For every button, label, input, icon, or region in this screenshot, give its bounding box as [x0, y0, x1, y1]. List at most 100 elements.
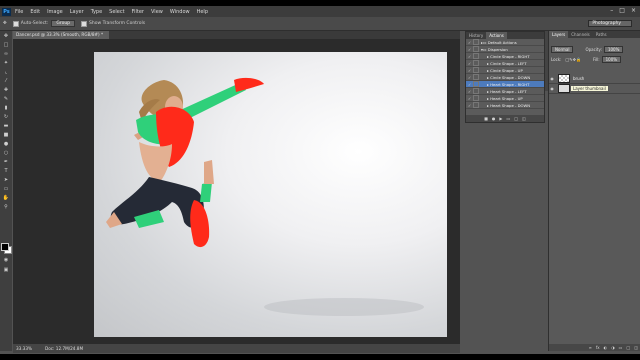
menu-help[interactable]: Help	[197, 9, 208, 15]
tab-channels[interactable]: Channels	[568, 31, 593, 38]
menu-type[interactable]: Type	[91, 9, 102, 15]
new-action-icon[interactable]: □	[514, 116, 518, 121]
new-set-icon[interactable]: ▭	[507, 116, 511, 121]
path-select-icon[interactable]: ➤	[2, 177, 10, 183]
action-item[interactable]: ✓ ▾▭ Dispersion	[466, 46, 544, 53]
tab-actions[interactable]: Actions	[486, 32, 507, 39]
action-item[interactable]: ✓ ▸ Heart Shape - UP	[466, 95, 544, 102]
auto-select-checkbox[interactable]	[12, 20, 19, 27]
history-brush-icon[interactable]: ↻	[2, 114, 10, 120]
eraser-icon[interactable]: ▬	[2, 123, 10, 129]
tab-layers[interactable]: Layers	[549, 31, 569, 38]
action-item[interactable]: ✓ ▸ Heart Shape - DOWN	[466, 102, 544, 109]
document-tab[interactable]: Dancer.psd @ 33.3% (Smooth, RGB/8#) *	[13, 31, 110, 39]
quick-mask-icon[interactable]: ◉	[2, 257, 10, 263]
show-transform-checkbox[interactable]	[81, 20, 88, 27]
right-leg-warmer	[200, 182, 212, 202]
menu-file[interactable]: File	[15, 9, 23, 15]
eye-icon[interactable]: ◉	[549, 76, 555, 81]
menu-filter[interactable]: Filter	[132, 9, 144, 15]
magic-wand-icon[interactable]: ✦	[2, 60, 10, 66]
action-item[interactable]: ✓ ▸ Heart Shape - LEFT	[466, 88, 544, 95]
eye-icon[interactable]: ◉	[549, 86, 555, 91]
new-layer-icon[interactable]: □	[626, 345, 630, 350]
menu-edit[interactable]: Edit	[30, 9, 40, 15]
fill-field[interactable]: 100%	[601, 56, 622, 63]
tab-history[interactable]: History	[466, 32, 486, 39]
trash-icon[interactable]: ◫	[522, 116, 526, 121]
expand-icon: ▸	[487, 95, 489, 101]
folder-icon: ▸▭	[481, 39, 487, 45]
photoshop-window: Ps File Edit Image Layer Type Select Fil…	[0, 6, 640, 354]
screen-mode-icon[interactable]: ▣	[2, 267, 10, 273]
menu-view[interactable]: View	[151, 9, 163, 15]
minimize-icon[interactable]: –	[610, 7, 613, 14]
move-icon[interactable]: ✥	[2, 33, 10, 39]
opacity-field[interactable]: 100%	[603, 46, 624, 53]
workspace-dropdown[interactable]: Photography	[588, 20, 632, 27]
blur-icon[interactable]: ●	[2, 141, 10, 147]
trash-icon[interactable]: ◫	[634, 345, 638, 350]
zoom-icon[interactable]: ⚲	[2, 204, 10, 210]
layer-thumbnail[interactable]	[558, 73, 570, 83]
pen-icon[interactable]: ✒	[2, 159, 10, 165]
image-canvas[interactable]	[94, 52, 447, 337]
foreground-color-swatch[interactable]	[1, 243, 9, 251]
action-item[interactable]: ✓ ▸ Circle Shape - UP	[466, 67, 544, 74]
auto-select-dropdown[interactable]: Group	[51, 20, 76, 27]
hand-icon[interactable]: ✋	[2, 195, 10, 201]
close-icon[interactable]: ×	[631, 7, 636, 14]
lasso-icon[interactable]: ∞	[2, 51, 10, 57]
record-icon[interactable]: ●	[492, 116, 496, 121]
app-logo: Ps	[2, 7, 11, 16]
auto-select-label: Auto-Select:	[20, 21, 49, 26]
expand-icon: ▸	[487, 102, 489, 108]
tab-paths[interactable]: Paths	[593, 31, 610, 38]
layer-thumbnail[interactable]	[558, 83, 570, 93]
zoom-level[interactable]: 33.33%	[16, 346, 32, 351]
play-icon[interactable]: ▶	[499, 116, 502, 121]
action-item[interactable]: ✓ ▸ Circle Shape - LEFT	[466, 60, 544, 67]
eyedropper-icon[interactable]: ⁄	[2, 78, 10, 84]
fx-icon[interactable]: fx	[596, 345, 600, 350]
brush-icon[interactable]: ✎	[2, 96, 10, 102]
actions-panel: History Actions ✓ ▸▭ Default Actions ✓ ▾▭ …	[465, 31, 545, 123]
adjustment-icon[interactable]: ◑	[611, 345, 615, 350]
stamp-icon[interactable]: ▮	[2, 105, 10, 111]
blend-mode-dropdown[interactable]: Normal	[551, 46, 574, 53]
dancer-right-foot	[204, 160, 214, 184]
menu-window[interactable]: Window	[170, 9, 190, 15]
dancer-image	[106, 77, 424, 316]
action-item[interactable]: ✓ ▸ Circle Shape - RIGHT	[466, 53, 544, 60]
action-item[interactable]: ✓ ▸▭ Default Actions	[466, 39, 544, 46]
shape-icon[interactable]: ▭	[2, 186, 10, 192]
menu-image[interactable]: Image	[47, 9, 63, 15]
action-label: Circle Shape - LEFT	[490, 60, 527, 66]
action-label: Heart Shape - UP	[490, 95, 523, 101]
crop-icon[interactable]: ⌞	[2, 69, 10, 75]
action-label: Heart Shape - LEFT	[490, 88, 527, 94]
stop-icon[interactable]: ■	[484, 116, 488, 121]
type-icon[interactable]: T	[2, 168, 10, 174]
lock-icon[interactable]: □✎✥🔒	[565, 57, 580, 62]
canvas-area[interactable]	[13, 39, 460, 344]
leg-paint	[190, 200, 210, 248]
fill-label: Fill:	[592, 57, 600, 62]
opacity-label: Opacity:	[585, 47, 602, 52]
menu-select[interactable]: Select	[109, 9, 124, 15]
action-label: Circle Shape - DOWN	[490, 74, 531, 80]
action-item-selected[interactable]: ✓ ▸ Heart Shape - RIGHT	[466, 81, 544, 88]
gradient-icon[interactable]: ■	[2, 132, 10, 138]
link-icon[interactable]: ∞	[589, 345, 592, 350]
action-label: Heart Shape - RIGHT	[490, 81, 530, 87]
move-tool-icon[interactable]: ✥	[3, 21, 7, 26]
group-icon[interactable]: ▭	[619, 345, 623, 350]
dodge-icon[interactable]: ○	[2, 150, 10, 156]
maximize-icon[interactable]: □	[619, 7, 625, 14]
action-item[interactable]: ✓ ▸ Circle Shape - DOWN	[466, 74, 544, 81]
marquee-icon[interactable]: □	[2, 42, 10, 48]
menu-layer[interactable]: Layer	[70, 9, 84, 15]
healing-icon[interactable]: ✚	[2, 87, 10, 93]
blend-row: Normal Opacity: 100%	[549, 46, 640, 53]
mask-icon[interactable]: ◐	[604, 345, 608, 350]
